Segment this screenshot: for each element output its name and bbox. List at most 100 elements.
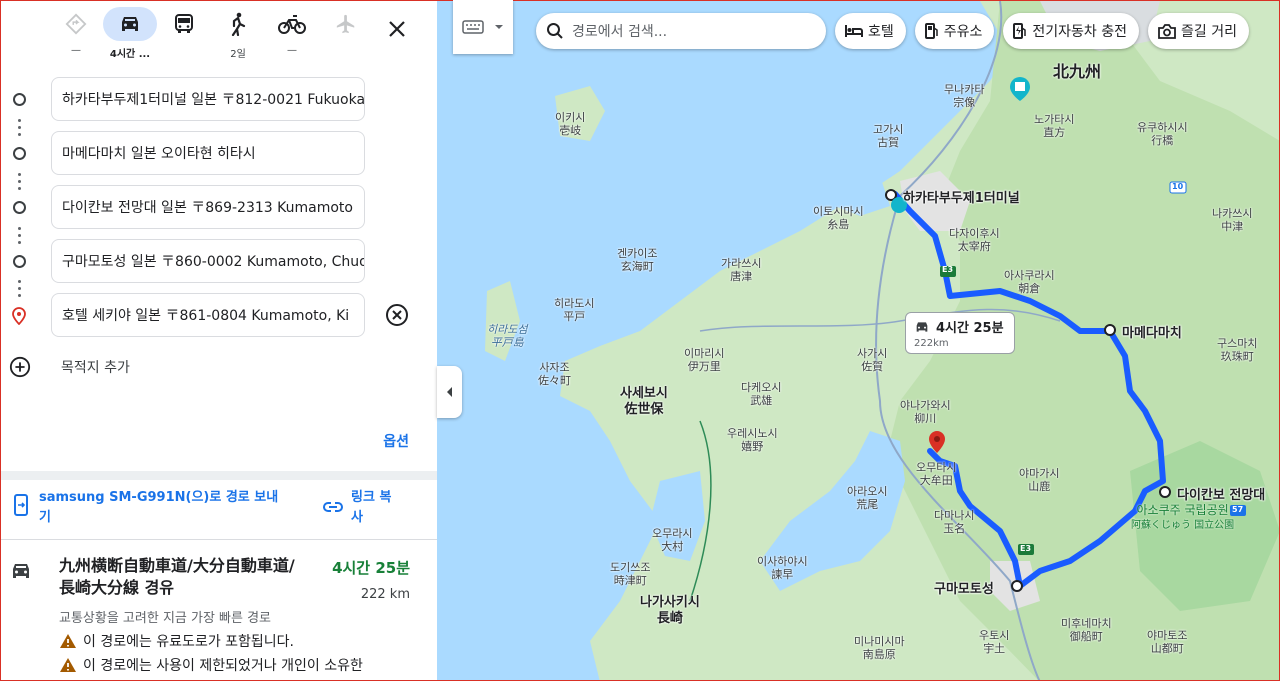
- search-placeholder: 경로에서 검색...: [572, 24, 668, 40]
- place-label: 야나가와시 柳川: [900, 399, 951, 425]
- mode-flight[interactable]: [319, 7, 373, 65]
- mode-best-label: —: [71, 45, 81, 56]
- ev-charger-icon: [1013, 23, 1027, 39]
- chip-label: 전기자동차 충전: [1032, 24, 1128, 40]
- bubble-distance: 222km: [914, 338, 949, 349]
- warning-icon: [60, 658, 76, 672]
- park-label: 아소쿠주 국립공원 阿蘇くじゅう 国立公園: [1131, 503, 1235, 531]
- place-label: 사가시 佐賀: [857, 347, 888, 373]
- waypoint-circle-icon: [13, 147, 26, 160]
- road-badge: E3: [942, 265, 954, 274]
- place-label: 이토시마시 糸島: [813, 205, 864, 231]
- place-label: 아사쿠라시 朝倉: [1004, 269, 1055, 295]
- place-label-kitakyushu: 北九州: [1053, 62, 1102, 81]
- place-label: 무나카타 宗像: [944, 83, 985, 109]
- send-to-device-button[interactable]: samsung SM-G991N(으)로 경로 보내기: [13, 488, 289, 528]
- directions-panel: — 4시간 ... 2일 — 하카타부두제1터미널 일본 〒812-0021 F…: [0, 0, 437, 681]
- map-stop-label-hakata[interactable]: 하카타부두제1터미널: [903, 187, 1020, 206]
- chip-label: 즐길 거리: [1181, 24, 1238, 40]
- place-label: 야마토조 山都町: [1147, 629, 1188, 655]
- route-title: 九州横断自動車道/大分自動車道/長崎大分線 경유: [59, 556, 295, 597]
- stop-input-2[interactable]: 마메다마치 일본 오이타현 히타시: [51, 131, 365, 175]
- route-warning-toll: 이 경로에는 유료도로가 포함됩니다.: [59, 631, 294, 651]
- diamond-route-icon: [65, 13, 87, 35]
- map-stop-label-mameda[interactable]: 마메다마치: [1122, 322, 1182, 341]
- place-label: 겐카이조 玄海町: [617, 247, 658, 273]
- road-badge: 10: [1172, 182, 1184, 191]
- place-label: 가라쓰시 唐津: [721, 257, 762, 283]
- chip-gas-stations[interactable]: 주유소: [914, 13, 995, 49]
- add-destination-button[interactable]: 목적지 추가: [9, 356, 130, 378]
- car-icon: [122, 17, 138, 31]
- collapse-panel-button[interactable]: [437, 366, 462, 418]
- section-divider: [1, 539, 437, 540]
- add-destination-label: 목적지 추가: [61, 360, 130, 376]
- place-label: 고가시 古賀: [873, 123, 904, 149]
- place-label: 다자이후시 太宰府: [949, 227, 1000, 253]
- stop-row-2: 마메다마치 일본 오이타현 히타시: [1, 131, 437, 177]
- stop-input-destination[interactable]: 호텔 세키야 일본 〒861-0804 Kumamoto, Ki: [51, 293, 365, 337]
- mode-best[interactable]: —: [49, 7, 103, 65]
- place-label: 다마나시 玉名: [934, 509, 975, 535]
- mode-bike[interactable]: —: [265, 7, 319, 65]
- mode-walk[interactable]: 2일: [211, 7, 265, 65]
- walk-icon: [231, 12, 246, 36]
- bubble-time: 4시간 25분: [936, 321, 1004, 336]
- map-terrain: [485, 1, 1279, 680]
- warning-text: 이 경로에는 사용이 제한되었거나 개인이 소유한: [83, 658, 363, 674]
- road-badge: E3: [1020, 544, 1032, 553]
- car-icon: [13, 564, 29, 578]
- mode-transit[interactable]: [157, 7, 211, 65]
- add-circle-icon: [9, 356, 31, 378]
- stop-input-3[interactable]: 다이칸보 전망대 일본 〒869-2313 Kumamoto: [51, 185, 365, 229]
- map-toolbar: 경로에서 검색... 호텔 주유소 전기자동차 충전 즐길 거리: [536, 13, 1250, 49]
- section-divider: [1, 471, 437, 480]
- place-label: 아라오시 荒尾: [847, 485, 888, 511]
- waypoint-circle-icon: [13, 255, 26, 268]
- remove-stop-icon[interactable]: [385, 303, 409, 327]
- place-label: 야마가시 山鹿: [1019, 467, 1060, 493]
- place-label: 이키시 壱岐: [555, 111, 586, 137]
- mode-drive[interactable]: 4시간 ...: [103, 7, 157, 65]
- place-label: 나가사키시 長崎: [640, 595, 700, 626]
- place-label: 우토시 宇土: [979, 629, 1010, 655]
- destination-pin-icon: [12, 307, 26, 325]
- search-along-route-input[interactable]: 경로에서 검색...: [536, 13, 826, 49]
- camera-icon: [1158, 23, 1176, 39]
- route-distance: 222 km: [360, 587, 410, 602]
- place-label: 오무타시 大牟田: [916, 461, 957, 487]
- chip-ev-charging[interactable]: 전기자동차 충전: [1003, 13, 1140, 49]
- map-stop-label-daikanbo[interactable]: 다이칸보 전망대: [1177, 484, 1265, 503]
- search-icon: [547, 23, 563, 39]
- route-info-bubble[interactable]: 4시간 25분 222km: [905, 312, 1015, 354]
- place-label: 미나미시마 南島原: [854, 635, 905, 661]
- place-label: 유쿠하시시 行橋: [1137, 121, 1188, 147]
- copy-link-button[interactable]: 링크 복사: [323, 488, 401, 528]
- share-row: samsung SM-G991N(으)로 경로 보내기 링크 복사: [1, 488, 437, 536]
- place-label: 히라도시 平戸: [554, 297, 595, 323]
- place-label: 이사하야시 諫早: [757, 555, 808, 581]
- waypoint-circle-icon: [13, 93, 26, 106]
- stop-row-4: 구마모토성 일본 〒860-0002 Kumamoto, Chuo: [1, 239, 437, 285]
- airplane-icon: [336, 14, 355, 34]
- place-label: 우레시노시 嬉野: [727, 427, 778, 453]
- chevron-left-icon: [446, 387, 452, 397]
- mode-bike-label: —: [287, 45, 297, 56]
- route-duration: 4시간 25분: [332, 559, 410, 577]
- route-subtitle: 교통상황을 고려한 지금 가장 빠른 경로: [59, 611, 272, 626]
- place-label: 도기쓰조 時津町: [610, 561, 651, 587]
- chip-hotels[interactable]: 호텔: [835, 13, 906, 49]
- mode-drive-label: 4시간 ...: [109, 49, 151, 60]
- close-directions-button[interactable]: [383, 15, 411, 43]
- chip-things-to-do[interactable]: 즐길 거리: [1148, 13, 1250, 49]
- car-icon: [916, 321, 928, 332]
- place-label: 사자조 佐々町: [538, 361, 571, 387]
- stop-input-4[interactable]: 구마모토성 일본 〒860-0002 Kumamoto, Chuo: [51, 239, 365, 283]
- place-label: 노가타시 直方: [1034, 113, 1075, 139]
- stop-input-origin[interactable]: 하카타부두제1터미널 일본 〒812-0021 Fukuoka: [51, 77, 365, 121]
- input-tools-button[interactable]: [453, 0, 513, 54]
- map-canvas[interactable]: E3 10 57 E3 北九州 무나카타 宗像 이키시 壱岐 고가시 古賀 노가타시 直…: [437, 0, 1280, 681]
- map-stop-label-kumamoto-castle[interactable]: 구마모토성: [934, 578, 994, 597]
- place-label: 나카쓰시 中津: [1212, 207, 1253, 233]
- options-button[interactable]: 옵션: [383, 431, 409, 451]
